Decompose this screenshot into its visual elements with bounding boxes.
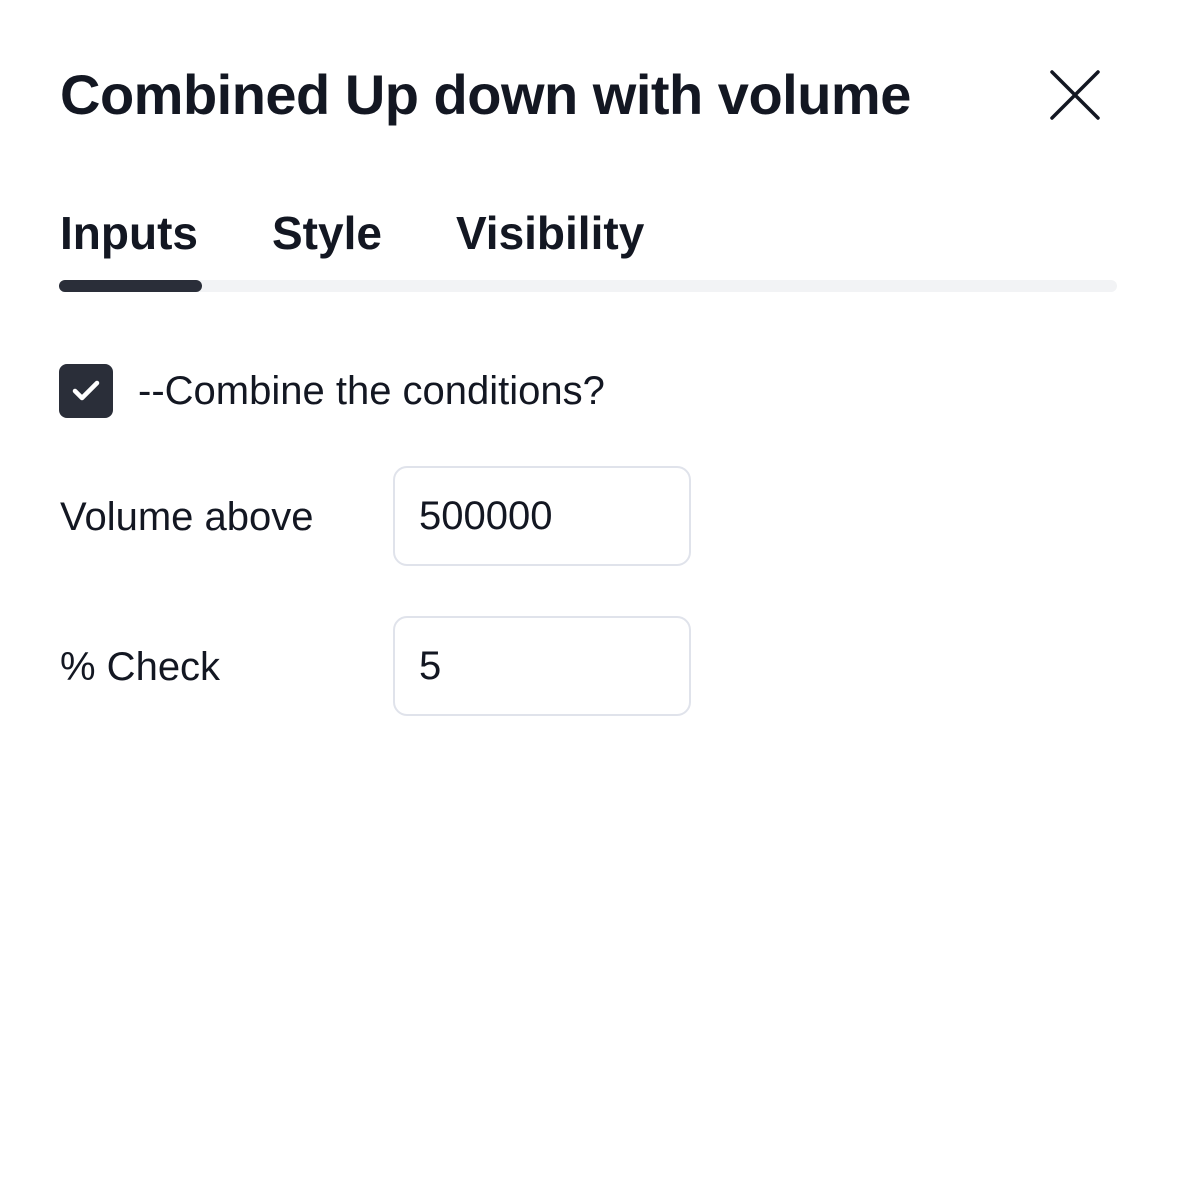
- combine-conditions-label: --Combine the conditions?: [138, 369, 605, 413]
- tab-bar: Inputs Style Visibility: [60, 200, 644, 270]
- tab-style[interactable]: Style: [272, 200, 382, 266]
- checkmark-icon: [72, 380, 100, 401]
- tab-track: [59, 280, 1117, 292]
- percent-check-label: % Check: [60, 645, 221, 689]
- volume-above-input[interactable]: [393, 466, 691, 566]
- close-icon: [1050, 70, 1100, 120]
- percent-check-input[interactable]: [393, 616, 691, 716]
- active-tab-indicator: [59, 280, 202, 292]
- close-button[interactable]: [1040, 60, 1110, 130]
- combine-conditions-checkbox[interactable]: [59, 364, 113, 418]
- dialog-title: Combined Up down with volume: [60, 63, 911, 126]
- volume-above-label: Volume above: [60, 495, 314, 539]
- tab-visibility[interactable]: Visibility: [456, 200, 644, 266]
- indicator-settings-dialog: Combined Up down with volume Inputs Styl…: [0, 0, 1177, 1200]
- tab-inputs[interactable]: Inputs: [60, 200, 198, 266]
- combine-conditions-row[interactable]: --Combine the conditions?: [59, 363, 605, 419]
